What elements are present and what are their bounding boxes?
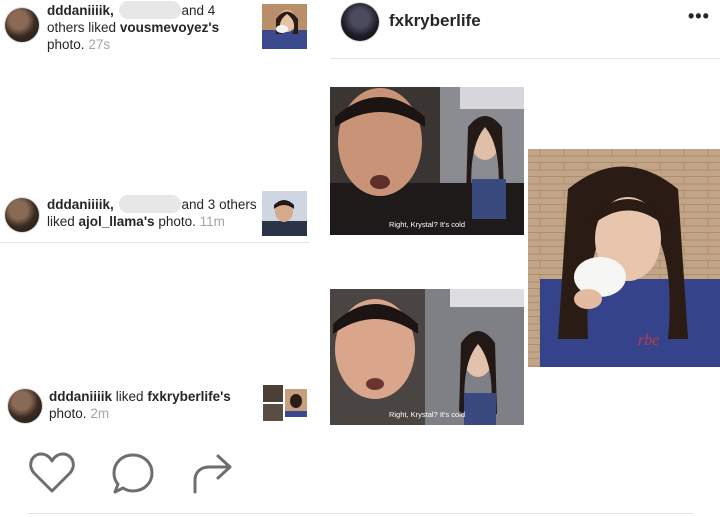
username-link[interactable]: dddaniiiik,	[47, 3, 114, 18]
username-link[interactable]: dddaniiiik	[49, 389, 112, 404]
featured-photo: rbe	[528, 149, 720, 367]
heart-icon	[29, 452, 75, 493]
notification-2[interactable]: dddaniiiik, and 3 others liked ajol_llam…	[0, 183, 310, 243]
like-button[interactable]	[28, 451, 76, 500]
comment-icon	[112, 453, 154, 494]
avatar[interactable]	[5, 198, 39, 232]
share-icon	[193, 454, 232, 494]
liked-text: liked	[115, 389, 144, 404]
svg-text:rbe: rbe	[638, 332, 659, 349]
target-user-link[interactable]: vousmevoyez's	[120, 20, 219, 35]
video-caption: Right, Krystal? It's cold	[388, 220, 466, 229]
comment-button[interactable]	[110, 451, 156, 502]
avatar[interactable]	[8, 389, 42, 423]
target-user-link[interactable]: fxkryberlife's	[147, 389, 231, 404]
divider	[0, 242, 310, 243]
timestamp: 2m	[90, 406, 110, 421]
target-user-link[interactable]: ajol_llama's	[79, 214, 155, 229]
divider	[330, 58, 720, 59]
notification-text: dddaniiiik liked fxkryberlife's photo. 2…	[49, 388, 264, 422]
others-text: and 3 others	[181, 197, 257, 212]
post-username[interactable]: fxkryberlife	[389, 11, 481, 31]
video-frame-1: Right, Krystal? It's cold	[330, 87, 524, 235]
others-text-2: liked	[47, 214, 75, 229]
post-avatar[interactable]	[341, 3, 379, 41]
photo-word: photo.	[158, 214, 196, 229]
notification-1[interactable]: dddaniiiik, and 4 others liked vousmevoy…	[0, 0, 310, 60]
notification-text: dddaniiiik, and 4 others liked vousmevoy…	[47, 1, 252, 53]
video-caption: Right, Krystal? It's cold	[388, 410, 466, 419]
photo-thumbnail[interactable]	[262, 4, 307, 49]
timestamp: 27s	[88, 37, 111, 52]
blurred-name	[118, 1, 181, 19]
share-button[interactable]	[190, 450, 236, 501]
others-text-2: others liked	[47, 20, 117, 35]
notification-text: dddaniiiik, and 3 others liked ajol_llam…	[47, 195, 257, 230]
username-link[interactable]: dddaniiiik,	[47, 197, 114, 212]
blurred-name	[118, 195, 181, 213]
photo-word: photo.	[47, 37, 85, 52]
notification-3[interactable]: dddaniiiik liked fxkryberlife's photo. 2…	[0, 376, 310, 428]
photo-collage-thumbnail[interactable]	[263, 385, 307, 421]
divider	[28, 513, 693, 514]
timestamp: 11m	[199, 214, 225, 229]
more-options-icon[interactable]: •••	[688, 6, 710, 27]
photo-word: photo.	[49, 406, 87, 421]
video-frame-2: Right, Krystal? It's cold	[330, 289, 524, 425]
avatar[interactable]	[5, 8, 39, 42]
photo-thumbnail[interactable]	[262, 191, 307, 236]
others-text: and 4	[181, 3, 216, 18]
